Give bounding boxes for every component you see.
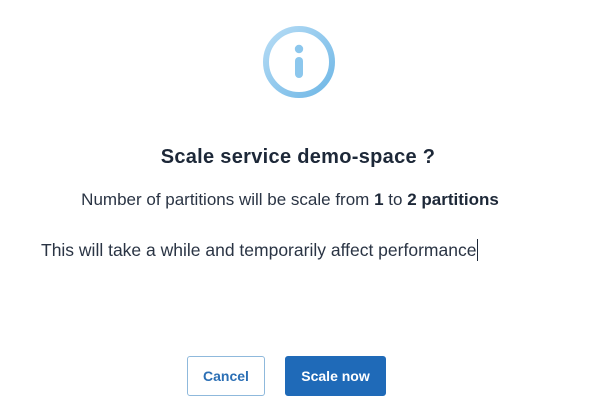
scale-now-button[interactable]: Scale now	[285, 356, 386, 396]
dialog-title: Scale service demo-space ?	[160, 146, 436, 168]
cancel-button[interactable]: Cancel	[187, 356, 265, 396]
partitions-message: Number of partitions will be scale from …	[0, 190, 580, 210]
partitions-from-value: 1	[374, 190, 384, 209]
text-cursor	[477, 239, 479, 261]
info-circle-icon	[262, 25, 336, 99]
partitions-to-word: to	[388, 190, 403, 209]
partitions-to-value: 2 partitions	[407, 190, 499, 209]
partitions-message-prefix: Number of partitions will be scale from	[81, 190, 370, 209]
performance-warning-text: This will take a while and temporarily a…	[41, 240, 477, 260]
performance-warning: This will take a while and temporarily a…	[41, 239, 479, 261]
scale-confirm-dialog: Scale service demo-space ? Number of par…	[0, 0, 607, 412]
